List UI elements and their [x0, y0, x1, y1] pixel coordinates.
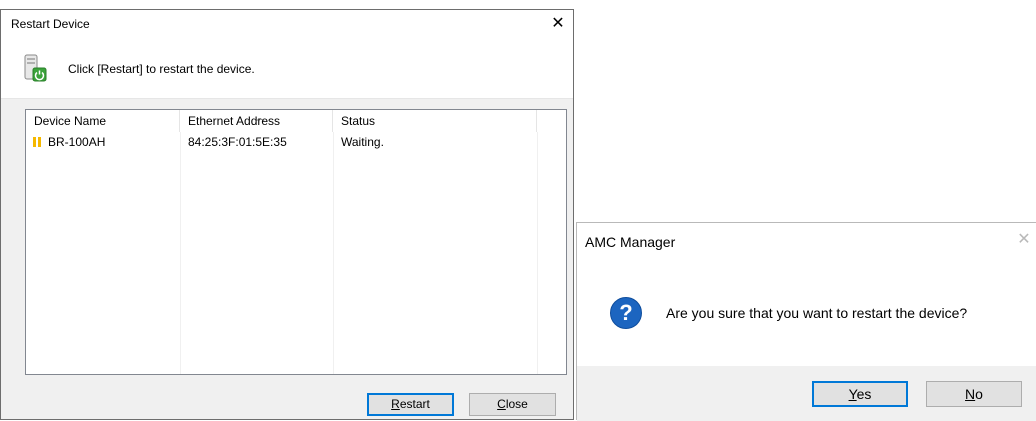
- dialog-title: Restart Device: [11, 17, 90, 31]
- device-power-icon: [24, 54, 47, 82]
- close-icon[interactable]: ✕: [543, 10, 573, 38]
- dialog-body: Device Name Ethernet Address Status ︿ BR…: [1, 99, 573, 419]
- column-divider: [333, 132, 334, 374]
- column-divider: [180, 132, 181, 374]
- restart-accelerator: R: [391, 397, 400, 411]
- column-header-status[interactable]: Status: [333, 110, 537, 132]
- title-bar: Restart Device ✕: [1, 10, 573, 38]
- device-list[interactable]: Device Name Ethernet Address Status ︿ BR…: [25, 109, 567, 375]
- confirm-dialog-title: AMC Manager: [585, 234, 676, 250]
- column-divider: [537, 132, 538, 374]
- yes-accelerator: Y: [848, 386, 857, 402]
- restart-button[interactable]: Restart: [367, 393, 454, 416]
- confirm-dialog: AMC Manager ✕ ? Are you sure that you wa…: [576, 222, 1036, 421]
- close-icon[interactable]: ✕: [1014, 230, 1034, 250]
- device-status-icon: [33, 137, 42, 147]
- list-header: Device Name Ethernet Address Status ︿: [26, 110, 566, 132]
- status-cell: Waiting.: [341, 135, 384, 149]
- no-label: o: [975, 386, 983, 402]
- restart-label: estart: [399, 397, 430, 411]
- dialog-footer: Yes No: [577, 366, 1036, 421]
- dialog-header: Click [Restart] to restart the device.: [1, 38, 573, 99]
- yes-button[interactable]: Yes: [812, 381, 908, 407]
- instruction-text: Click [Restart] to restart the device.: [68, 62, 255, 76]
- ethernet-address-cell: 84:25:3F:01:5E:35: [188, 135, 287, 149]
- restart-device-dialog: Restart Device ✕ Click [Restart] to rest…: [0, 9, 574, 420]
- table-row[interactable]: BR-100AH 84:25:3F:01:5E:35 Waiting.: [26, 133, 566, 151]
- confirm-message: Are you sure that you want to restart th…: [666, 305, 968, 321]
- close-button[interactable]: Close: [469, 393, 556, 416]
- no-button[interactable]: No: [926, 381, 1022, 407]
- yes-label: es: [856, 386, 872, 402]
- close-label: lose: [505, 397, 528, 411]
- no-accelerator: N: [965, 386, 976, 402]
- question-icon: ?: [610, 297, 642, 329]
- close-accelerator: C: [497, 397, 506, 411]
- sort-ascending-icon: ︿: [255, 113, 265, 124]
- device-name-cell: BR-100AH: [48, 135, 106, 149]
- column-header-device-name[interactable]: Device Name: [26, 110, 180, 132]
